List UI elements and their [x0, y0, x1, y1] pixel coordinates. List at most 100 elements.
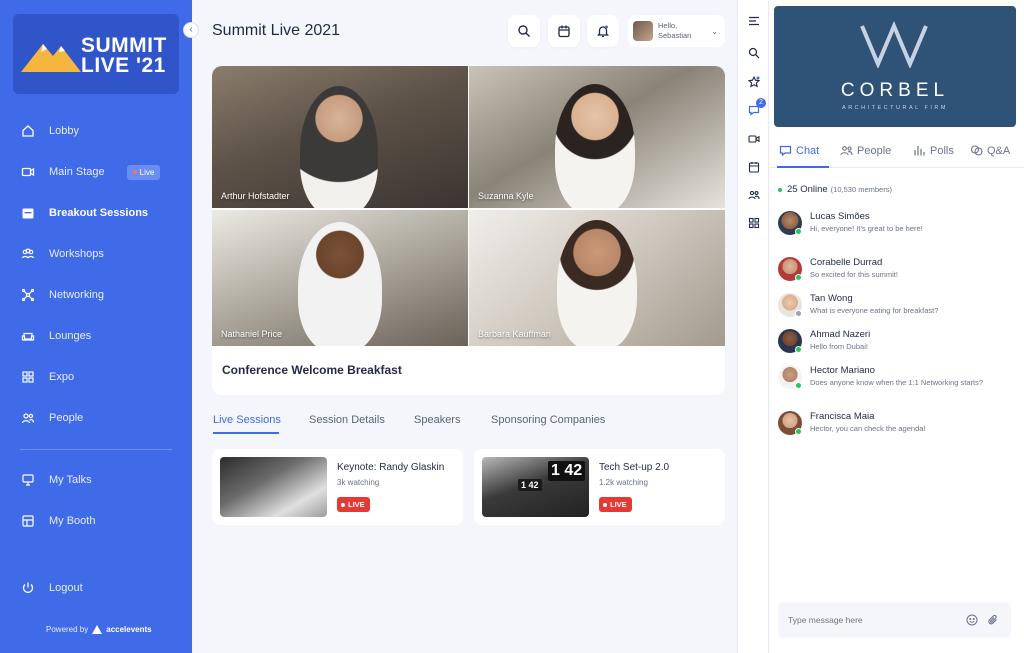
sponsor-banner[interactable]: CORBEL ARCHITECTURAL FIRM	[774, 6, 1016, 127]
grid-icon[interactable]	[747, 216, 761, 230]
chat-icon[interactable]: 2	[747, 98, 766, 117]
icon-rail: 2	[737, 0, 769, 653]
message-text: Does anyone know when the 1:1 Networking…	[810, 378, 984, 387]
notifications-button[interactable]	[587, 15, 619, 47]
sidebar-item-label: My Talks	[49, 474, 92, 486]
sidebar-item-label: My Booth	[49, 515, 96, 527]
sidebar-item-label: Main Stage	[49, 166, 105, 178]
live-badge: LIVE	[337, 497, 370, 512]
message-input[interactable]	[788, 612, 958, 628]
avatar	[633, 21, 653, 41]
speaker-video	[300, 86, 378, 208]
search-button[interactable]	[508, 15, 540, 47]
tab-label: Q&A	[987, 144, 1011, 157]
video-tile[interactable]: Barbara Kauffman	[469, 210, 725, 346]
active-tab-indicator	[777, 166, 829, 168]
people-icon[interactable]	[747, 188, 761, 202]
page-title: Summit Live 2021	[212, 22, 341, 39]
session-card[interactable]: Keynote: Randy Glaskin 3k watching LIVE	[212, 449, 463, 525]
video-icon	[21, 165, 35, 179]
event-logo[interactable]: SUMMIT LIVE '21	[13, 14, 179, 94]
sidebar-item-networking[interactable]: Networking	[0, 280, 192, 310]
sidebar: SUMMIT LIVE '21 ‹ Lobby Main Stage Live …	[0, 0, 199, 653]
sidebar-item-breakout-sessions[interactable]: Breakout Sessions	[0, 198, 192, 228]
sidebar-item-my-booth[interactable]: My Booth	[0, 506, 192, 536]
video-icon[interactable]	[747, 132, 761, 146]
attachment-icon[interactable]	[986, 613, 1000, 627]
sidebar-item-main-stage[interactable]: Main Stage Live	[0, 157, 192, 187]
video-tile[interactable]: Nathaniel Price	[212, 210, 468, 346]
sidebar-item-label: Breakout Sessions	[49, 207, 149, 219]
corbel-logo-icon	[860, 20, 928, 68]
online-label: 25 Online	[787, 184, 828, 195]
tab-chat[interactable]: Chat	[779, 144, 819, 157]
online-status-icon	[795, 346, 802, 353]
bell-icon	[596, 25, 610, 38]
sidebar-item-label: Logout	[49, 582, 83, 594]
message-text: Hello from Dubai!	[810, 342, 868, 351]
sidebar-item-lounges[interactable]: Lounges	[0, 321, 192, 351]
live-badge-label: LIVE	[610, 500, 627, 509]
tab-label: People	[857, 144, 892, 157]
viewer-count: 3k watching	[337, 478, 380, 487]
tab-label: Chat	[796, 144, 820, 157]
sidebar-item-lobby[interactable]: Lobby	[0, 116, 192, 146]
session-card[interactable]: 1 42 1 42 Tech Set-up 2.0 1.2k watching …	[474, 449, 725, 525]
chat-panel: CORBEL ARCHITECTURAL FIRM Chat People Po…	[769, 0, 1024, 653]
agenda-button[interactable]	[548, 15, 580, 47]
tab-sponsoring-companies[interactable]: Sponsoring Companies	[491, 414, 605, 426]
tab-people[interactable]: People	[840, 144, 891, 157]
collapse-sidebar-button[interactable]: ‹	[183, 22, 199, 38]
online-dot-icon	[778, 187, 782, 192]
tab-qa[interactable]: Q&A	[970, 144, 1010, 157]
star-icon[interactable]	[747, 75, 761, 89]
main-content: Summit Live 2021 Hello, Sebastian ⌄ Arth…	[192, 0, 737, 653]
speaker-name: Nathaniel Price	[221, 329, 283, 339]
tab-session-details[interactable]: Session Details	[309, 414, 385, 426]
message-author[interactable]: Francisca Maia	[810, 411, 874, 422]
live-dot-icon	[132, 170, 137, 174]
chat-message: Hector Mariano Does anyone know when the…	[778, 365, 1018, 395]
unread-badge: 2	[756, 98, 766, 108]
speaker-video	[557, 220, 637, 346]
logo-line-1: SUMMIT	[81, 34, 167, 57]
tab-live-sessions[interactable]: Live Sessions	[213, 414, 281, 426]
sidebar-item-logout[interactable]: Logout	[0, 573, 192, 603]
sidebar-item-expo[interactable]: Expo	[0, 362, 192, 392]
tab-polls[interactable]: Polls	[913, 144, 954, 157]
speaker-name: Barbara Kauffman	[478, 329, 551, 339]
chat-message: Lucas Simões Hi, everyone! It's great to…	[778, 211, 1018, 241]
accelevents-logo-icon	[92, 625, 103, 634]
powered-by-brand: accelevents	[106, 625, 152, 634]
network-icon	[21, 288, 35, 302]
message-author[interactable]: Lucas Simões	[810, 211, 870, 222]
calendar-icon[interactable]	[747, 160, 761, 174]
offline-status-icon	[795, 310, 802, 317]
user-menu[interactable]: Hello, Sebastian ⌄	[628, 15, 725, 47]
message-composer	[778, 602, 1011, 638]
home-icon	[21, 124, 35, 138]
message-author[interactable]: Hector Mariano	[810, 365, 875, 376]
menu-icon[interactable]	[747, 14, 761, 28]
greeting-label: Hello,	[658, 21, 678, 30]
sidebar-item-people[interactable]: People	[0, 403, 192, 433]
online-count: 25 Online (10,530 members)	[778, 184, 892, 195]
live-badge: LIVE	[599, 497, 632, 512]
group-icon	[21, 247, 35, 261]
video-tile[interactable]: Suzanna Kyle	[469, 66, 725, 208]
tab-speakers[interactable]: Speakers	[414, 414, 460, 426]
people-icon	[21, 411, 35, 425]
message-author[interactable]: Ahmad Nazeri	[810, 329, 870, 340]
sidebar-item-workshops[interactable]: Workshops	[0, 239, 192, 269]
qa-icon	[970, 145, 983, 156]
message-author[interactable]: Corabelle Durrad	[810, 257, 882, 268]
sidebar-item-my-talks[interactable]: My Talks	[0, 465, 192, 495]
search-icon[interactable]	[747, 46, 761, 60]
video-tile[interactable]: Arthur Hofstadter	[212, 66, 468, 208]
emoji-icon[interactable]	[965, 613, 979, 627]
message-author[interactable]: Tan Wong	[810, 293, 853, 304]
chat-message: Corabelle Durrad So excited for this sum…	[778, 257, 1018, 287]
chat-icon	[779, 145, 792, 157]
member-count: (10,530 members)	[830, 185, 892, 194]
live-badge-label: Live	[139, 167, 155, 177]
